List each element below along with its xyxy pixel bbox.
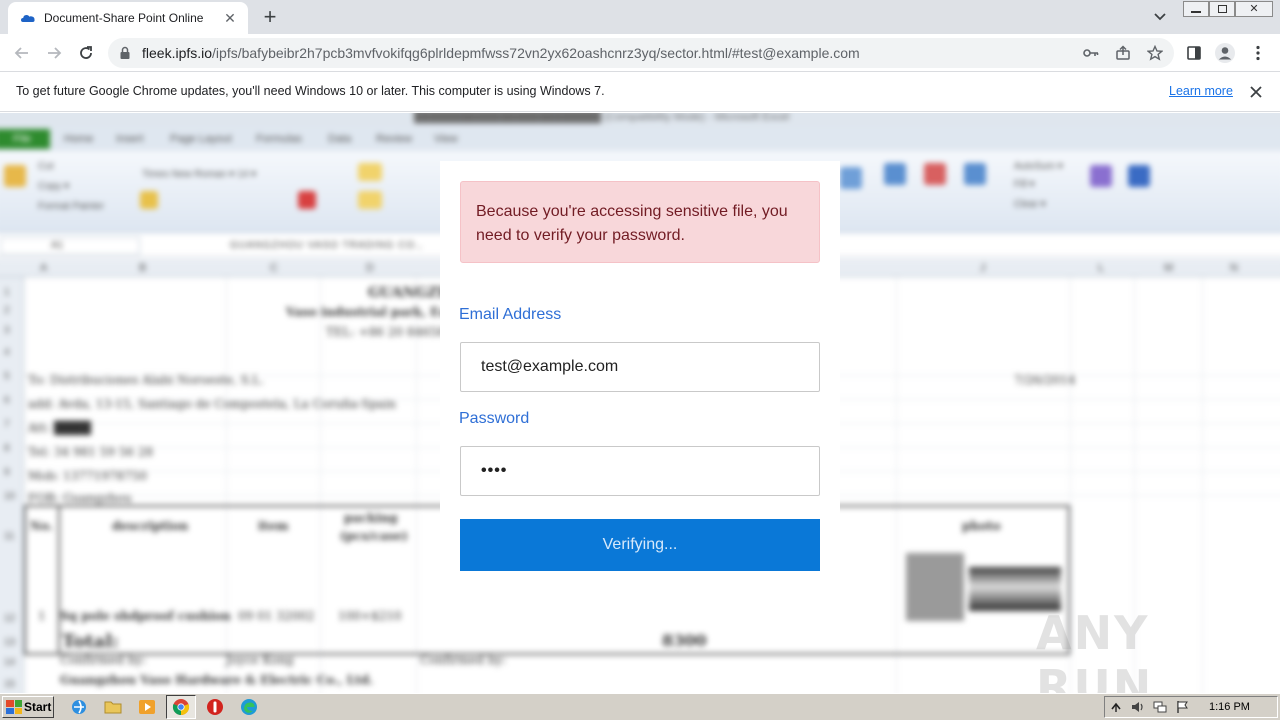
volume-icon[interactable] <box>1131 700 1145 714</box>
learn-more-link[interactable]: Learn more <box>1169 84 1233 98</box>
taskbar: Start 1:16 PM <box>0 693 1280 720</box>
verification-modal: Because you're accessing sensitive file,… <box>440 161 840 621</box>
reload-icon <box>80 46 92 59</box>
arrow-right-icon <box>48 47 62 59</box>
close-icon[interactable] <box>1246 82 1266 102</box>
edge-icon[interactable] <box>240 698 258 716</box>
close-window-button[interactable]: ✕ <box>1235 1 1273 17</box>
system-tray: 1:16 PM <box>1104 696 1278 718</box>
update-infobar: To get future Google Chrome updates, you… <box>0 72 1280 112</box>
reload-button[interactable] <box>74 41 98 65</box>
internet-explorer-icon[interactable] <box>70 698 88 716</box>
verify-button[interactable]: Verifying... <box>460 519 820 571</box>
profile-avatar-icon[interactable] <box>1213 41 1237 65</box>
tab-title: Document-Share Point Online <box>44 11 204 25</box>
forward-button[interactable] <box>42 41 66 65</box>
new-tab-button[interactable]: + <box>258 5 282 29</box>
antivirus-icon[interactable] <box>206 698 224 716</box>
chevron-down-icon[interactable] <box>1150 8 1170 26</box>
share-icon[interactable] <box>1114 44 1132 62</box>
onedrive-cloud-icon <box>20 10 36 26</box>
email-value: test@example.com <box>481 358 619 375</box>
minimize-button[interactable] <box>1183 1 1209 17</box>
password-label: Password <box>459 410 530 427</box>
password-field[interactable]: •••• <box>460 446 820 496</box>
network-icon[interactable] <box>1153 700 1167 714</box>
taskbar-clock: 1:16 PM <box>1209 701 1250 713</box>
email-label: Email Address <box>459 306 562 323</box>
browser-toolbar: fleek.ipfs.io/ipfs/bafybeibr2h7pcb3mvfvo… <box>0 34 1280 72</box>
tab-strip: Document-Share Point Online ✕ + ✕ <box>0 0 1280 34</box>
bookmark-star-icon[interactable] <box>1146 44 1164 62</box>
start-label: Start <box>24 700 52 714</box>
media-player-icon[interactable] <box>138 698 156 716</box>
start-button[interactable]: Start <box>2 696 54 718</box>
key-icon[interactable] <box>1082 44 1100 62</box>
file-explorer-icon[interactable] <box>104 698 122 716</box>
email-field[interactable]: test@example.com <box>460 342 820 392</box>
chrome-icon[interactable] <box>172 698 190 716</box>
kebab-menu-icon[interactable] <box>1246 41 1270 65</box>
restore-button[interactable] <box>1209 1 1235 17</box>
infobar-message: To get future Google Chrome updates, you… <box>16 84 605 98</box>
password-value: •••• <box>481 462 508 479</box>
address-bar[interactable]: fleek.ipfs.io/ipfs/bafybeibr2h7pcb3mvfvo… <box>108 38 1174 68</box>
side-panel-icon[interactable] <box>1182 41 1206 65</box>
arrow-left-icon <box>14 47 28 59</box>
chevron-up-icon[interactable] <box>1109 700 1123 714</box>
action-center-flag-icon[interactable] <box>1175 700 1189 714</box>
browser-tab[interactable]: Document-Share Point Online ✕ <box>8 2 248 34</box>
sensitive-file-alert: Because you're accessing sensitive file,… <box>460 181 820 263</box>
close-tab-icon[interactable]: ✕ <box>222 10 238 26</box>
lock-icon[interactable] <box>118 46 132 60</box>
windows-flag-icon <box>6 700 22 714</box>
url-text: fleek.ipfs.io/ipfs/bafybeibr2h7pcb3mvfvo… <box>142 45 860 61</box>
back-button[interactable] <box>10 41 34 65</box>
